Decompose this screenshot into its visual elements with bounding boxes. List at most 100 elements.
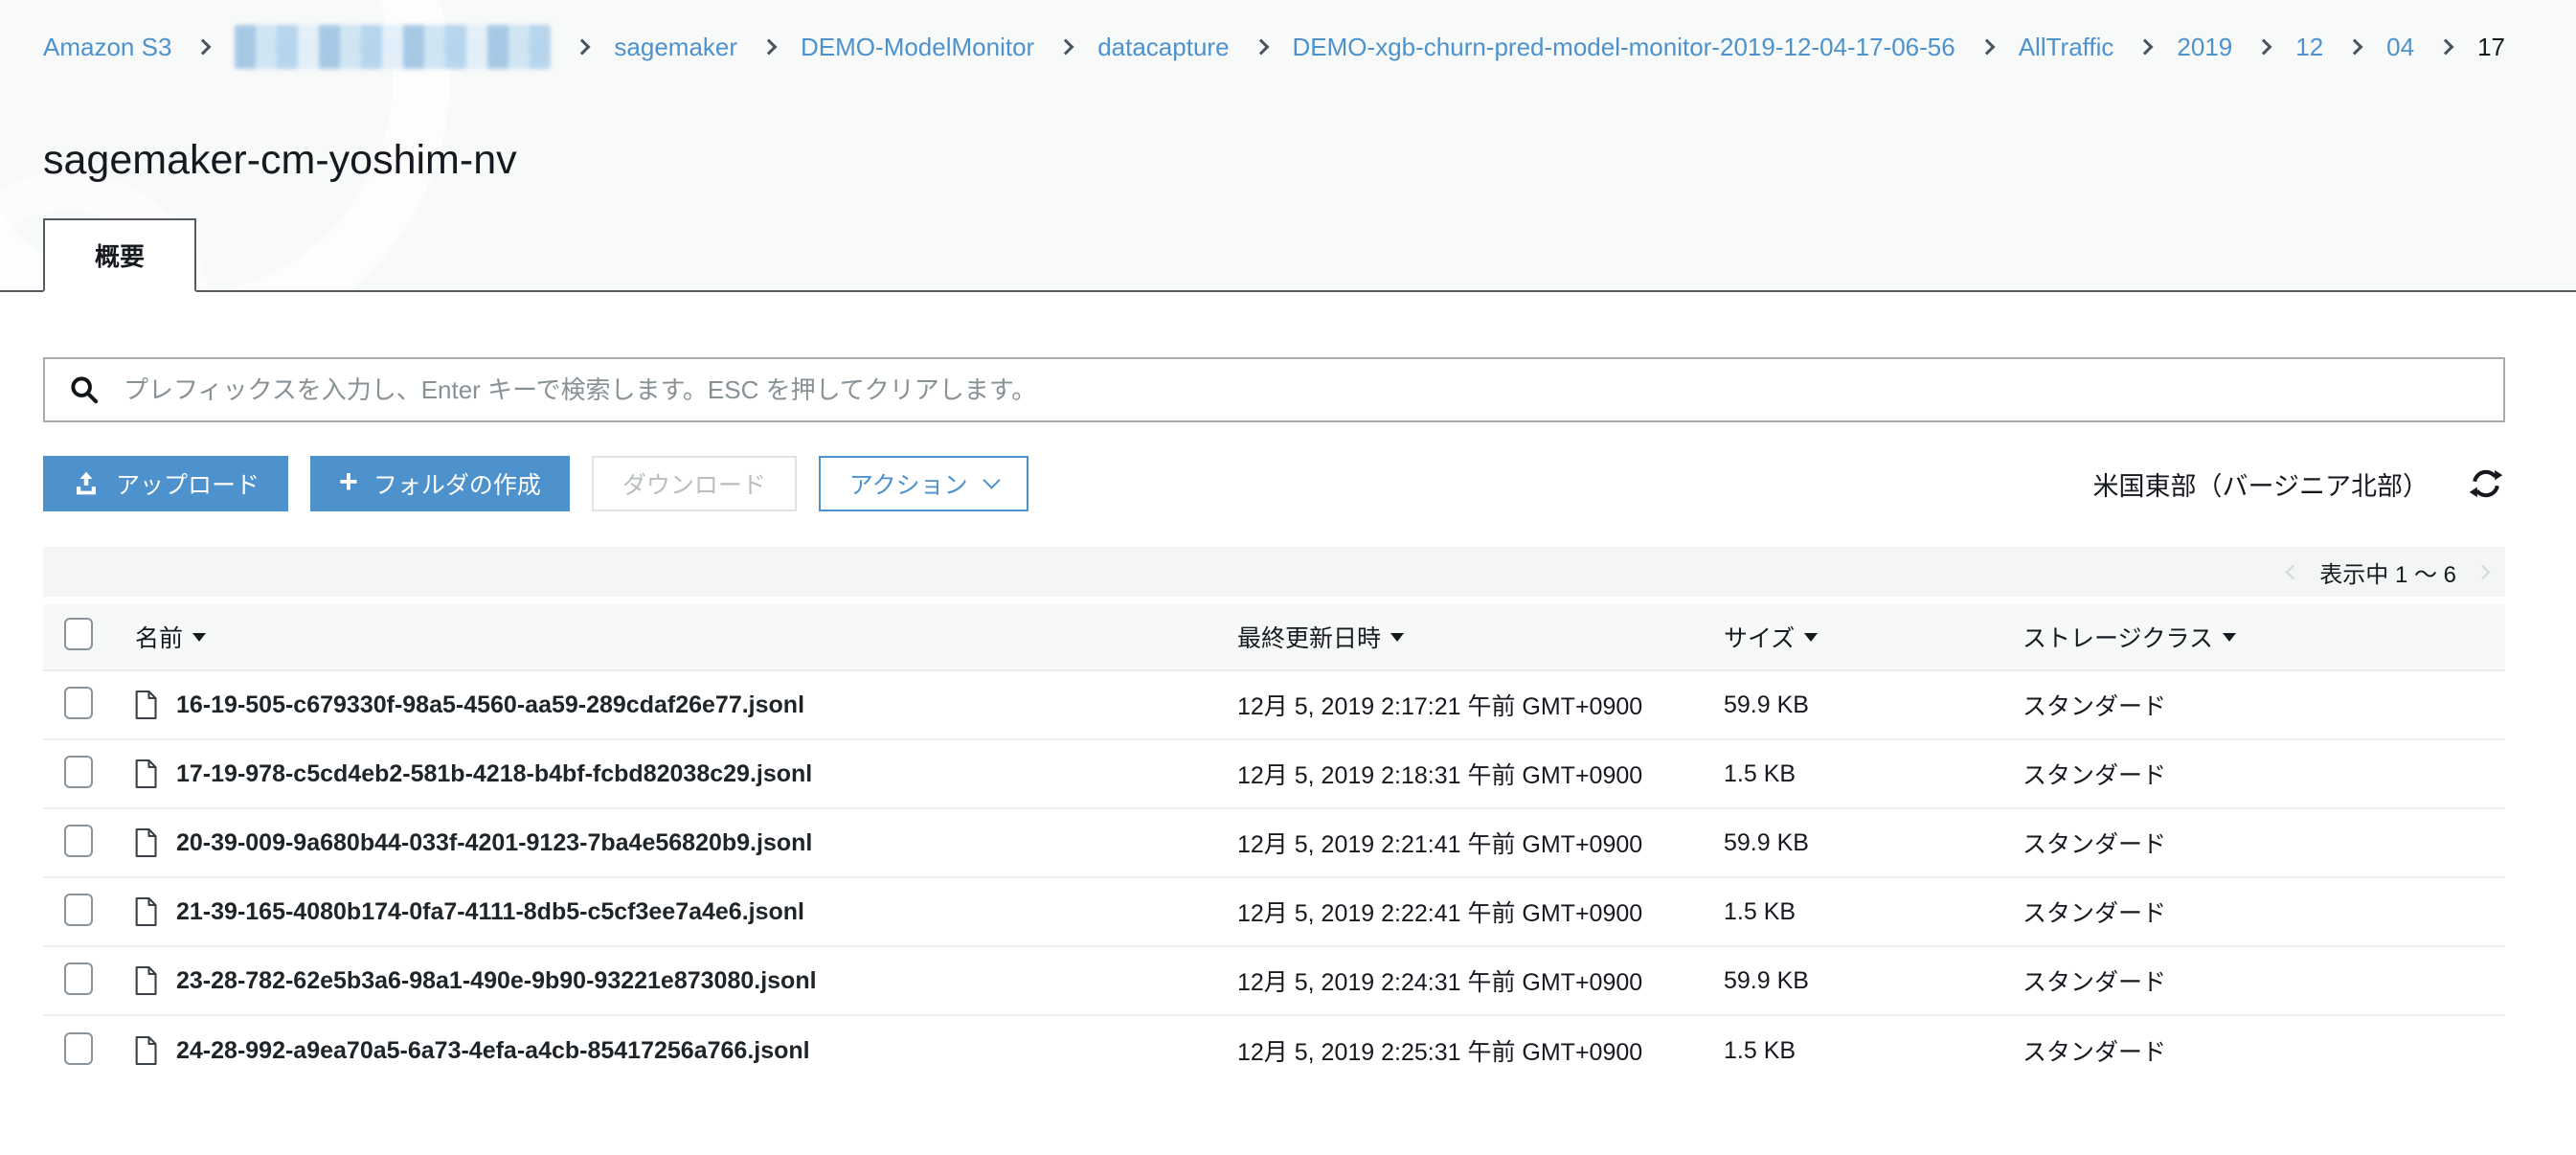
next-page-icon[interactable] — [2475, 564, 2491, 579]
name-column-header: 名前 — [135, 620, 183, 654]
sort-by-name[interactable]: 名前 — [135, 620, 206, 654]
prefix-search-bar — [43, 357, 2505, 422]
breadcrumb-item-DEMO-ModelMonitor[interactable]: DEMO-ModelMonitor — [801, 31, 1034, 63]
file-icon — [132, 964, 159, 997]
breadcrumb-separator-icon — [575, 39, 591, 56]
sort-by-storage-class[interactable]: ストレージクラス — [2022, 620, 2236, 654]
table-row: 24-28-992-a9ea70a5-6a73-4efa-a4cb-854172… — [43, 1016, 2505, 1085]
breadcrumb-separator-icon — [1058, 39, 1074, 56]
object-name-link[interactable]: 16-19-505-c679330f-98a5-4560-aa59-289cda… — [176, 691, 804, 719]
actions-dropdown-button[interactable]: アクション — [819, 456, 1028, 511]
breadcrumb-item-sagemaker[interactable]: sagemaker — [614, 31, 737, 63]
previous-page-icon[interactable] — [2286, 564, 2301, 579]
size-value: 1.5 KB — [1724, 760, 2022, 788]
size-value: 59.9 KB — [1724, 691, 2022, 719]
download-button-label: ダウンロード — [622, 466, 766, 501]
plus-icon: + — [339, 465, 358, 498]
breadcrumb-item-04[interactable]: 04 — [2386, 31, 2414, 63]
table-row: 21-39-165-4080b174-0fa7-4111-8db5-c5cf3e… — [43, 878, 2505, 947]
file-icon — [132, 1034, 159, 1067]
breadcrumb-separator-icon — [1978, 39, 1995, 56]
sort-by-size[interactable]: サイズ — [1724, 620, 1818, 654]
sort-caret-icon — [2223, 633, 2236, 642]
size-value: 1.5 KB — [1724, 898, 2022, 926]
main-content: アップロード + フォルダの作成 ダウンロード アクション 米国東部（バージニア… — [0, 357, 2576, 1085]
page-title: sagemaker-cm-yoshim-nv — [43, 136, 2533, 184]
upload-icon — [72, 469, 101, 498]
search-input[interactable] — [124, 375, 2480, 405]
last-modified-value: 12月 5, 2019 2:17:21 午前 GMT+0900 — [1237, 688, 1724, 722]
breadcrumb-item-DEMO-xgb-churn-pred-model-monitor-2019-12-04-17-06-56[interactable]: DEMO-xgb-churn-pred-model-monitor-2019-1… — [1293, 31, 1955, 63]
refresh-icon[interactable] — [2469, 466, 2503, 501]
last-modified-column-header: 最終更新日時 — [1237, 620, 1381, 654]
upload-button[interactable]: アップロード — [43, 456, 288, 511]
storage-class-value: スタンダード — [2022, 757, 2505, 791]
table-row: 20-39-009-9a680b44-033f-4201-9123-7ba4e5… — [43, 809, 2505, 878]
storage-class-value: スタンダード — [2022, 826, 2505, 860]
breadcrumb-separator-icon — [2256, 39, 2272, 56]
storage-class-value: スタンダード — [2022, 963, 2505, 998]
storage-class-value: スタンダード — [2022, 1033, 2505, 1068]
breadcrumb-item-AllTraffic[interactable]: AllTraffic — [2019, 31, 2114, 63]
tab-overview[interactable]: 概要 — [43, 218, 196, 292]
object-name-link[interactable]: 24-28-992-a9ea70a5-6a73-4efa-a4cb-854172… — [176, 1037, 810, 1065]
object-name-link[interactable]: 23-28-782-62e5b3a6-98a1-490e-9b90-93221e… — [176, 967, 817, 995]
file-icon — [132, 895, 159, 928]
object-name-link[interactable]: 17-19-978-c5cd4eb2-581b-4218-b4bf-fcbd82… — [176, 760, 812, 788]
breadcrumb-bucket-redacted[interactable] — [235, 25, 551, 69]
row-checkbox[interactable] — [64, 1032, 93, 1065]
object-name-link[interactable]: 21-39-165-4080b174-0fa7-4111-8db5-c5cf3e… — [176, 898, 804, 926]
breadcrumb-item-2019[interactable]: 2019 — [2177, 31, 2232, 63]
row-checkbox[interactable] — [64, 825, 93, 857]
last-modified-value: 12月 5, 2019 2:25:31 午前 GMT+0900 — [1237, 1033, 1724, 1068]
page-header: Amazon S3 sagemaker DEMO-ModelMonitor datac… — [0, 0, 2576, 292]
last-modified-value: 12月 5, 2019 2:18:31 午前 GMT+0900 — [1237, 757, 1724, 791]
breadcrumb-item-Amazon S3[interactable]: Amazon S3 — [43, 31, 171, 63]
region-group: 米国東部（バージニア北部） — [2093, 465, 2503, 503]
row-checkbox[interactable] — [64, 962, 93, 995]
breadcrumb-item-datacapture[interactable]: datacapture — [1097, 31, 1229, 63]
table-header-row: 名前 最終更新日時 サイズ ストレージクラス — [43, 604, 2505, 671]
row-checkbox[interactable] — [64, 687, 93, 719]
sort-by-last-modified[interactable]: 最終更新日時 — [1237, 620, 1404, 654]
breadcrumb-separator-icon — [195, 39, 212, 56]
breadcrumb-separator-icon — [2137, 39, 2154, 56]
breadcrumb-item-12[interactable]: 12 — [2295, 31, 2323, 63]
table-row: 23-28-782-62e5b3a6-98a1-490e-9b90-93221e… — [43, 947, 2505, 1016]
row-checkbox[interactable] — [64, 756, 93, 788]
create-folder-button-label: フォルダの作成 — [373, 466, 541, 501]
pagination-strip: 表示中 1 ～ 6 — [43, 547, 2505, 597]
select-all-checkbox[interactable] — [64, 618, 93, 650]
breadcrumb-separator-icon — [1253, 39, 1269, 56]
breadcrumb-separator-icon — [2438, 39, 2454, 56]
upload-button-label: アップロード — [116, 466, 260, 501]
row-checkbox[interactable] — [64, 894, 93, 926]
file-icon — [132, 689, 159, 721]
tab-bar: 概要 — [0, 218, 2576, 290]
size-value: 59.9 KB — [1724, 829, 2022, 857]
search-icon — [68, 374, 101, 406]
download-button[interactable]: ダウンロード — [592, 456, 797, 511]
object-name-link[interactable]: 20-39-009-9a680b44-033f-4201-9123-7ba4e5… — [176, 829, 812, 857]
size-value: 59.9 KB — [1724, 967, 2022, 995]
toolbar: アップロード + フォルダの作成 ダウンロード アクション 米国東部（バージニア… — [43, 456, 2505, 511]
file-icon — [132, 758, 159, 790]
showing-count: 表示中 1 ～ 6 — [2319, 555, 2456, 589]
object-list: 16-19-505-c679330f-98a5-4560-aa59-289cda… — [43, 671, 2505, 1085]
breadcrumb-separator-icon — [2347, 39, 2363, 56]
create-folder-button[interactable]: + フォルダの作成 — [310, 456, 570, 511]
sort-caret-icon — [192, 633, 206, 642]
sort-caret-icon — [1390, 633, 1404, 642]
size-value: 1.5 KB — [1724, 1037, 2022, 1065]
last-modified-value: 12月 5, 2019 2:22:41 午前 GMT+0900 — [1237, 895, 1724, 929]
region-label: 米国東部（バージニア北部） — [2093, 465, 2429, 503]
size-column-header: サイズ — [1724, 620, 1795, 654]
actions-button-label: アクション — [849, 466, 968, 501]
last-modified-value: 12月 5, 2019 2:21:41 午前 GMT+0900 — [1237, 826, 1724, 860]
chevron-down-icon — [983, 471, 1000, 488]
file-icon — [132, 827, 159, 859]
breadcrumb-separator-icon — [761, 39, 778, 56]
storage-class-value: スタンダード — [2022, 688, 2505, 722]
breadcrumb: Amazon S3 sagemaker DEMO-ModelMonitor datac… — [0, 0, 2576, 69]
last-modified-value: 12月 5, 2019 2:24:31 午前 GMT+0900 — [1237, 963, 1724, 998]
